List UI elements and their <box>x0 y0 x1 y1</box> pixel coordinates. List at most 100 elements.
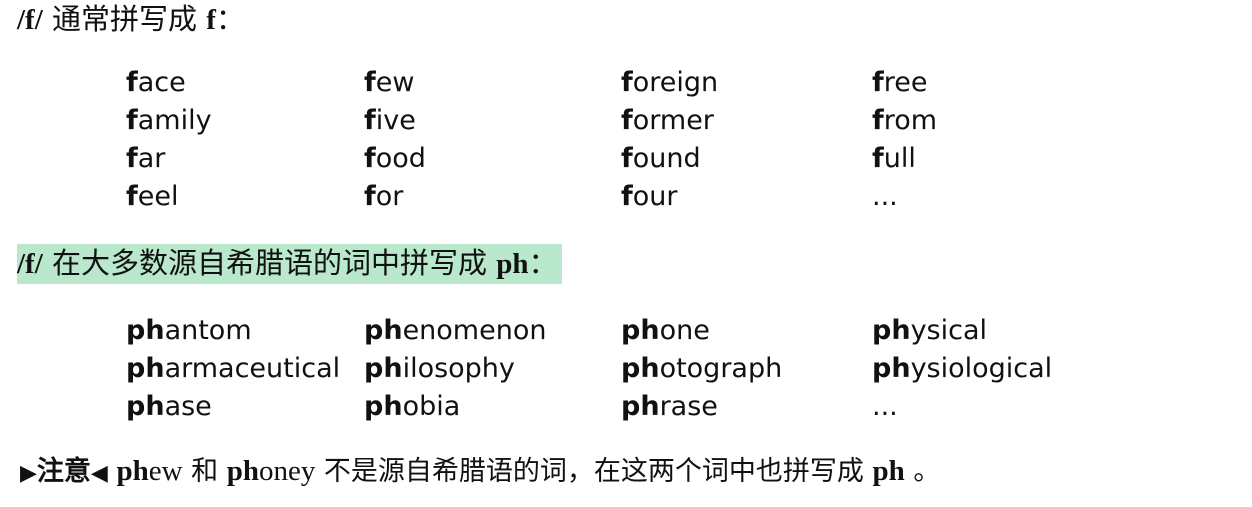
word-prefix: f <box>126 67 138 98</box>
word-prefix: f <box>621 143 633 174</box>
word-cell: phone <box>621 312 872 350</box>
word-prefix: f <box>126 143 138 174</box>
heading-colon: ： <box>215 2 245 36</box>
word-rest: otograph <box>659 353 783 384</box>
heading-ph-spelling: /f/ 在大多数源自希腊语的词中拼写成 ph： <box>17 244 562 284</box>
word-rest: ase <box>164 391 212 422</box>
phoneme-code: /f/ <box>17 248 43 280</box>
word-row: far food found full <box>126 140 1172 178</box>
word-rest: one <box>659 315 710 346</box>
note-text: 不是源自希腊语的词，在这两个词中也拼写成 <box>315 456 873 487</box>
word-row: feel for four... <box>126 178 1172 216</box>
word-cell: family <box>126 102 364 140</box>
word-cell: feel <box>126 178 364 216</box>
word-cell: ... <box>872 388 1172 426</box>
spelling-letters: ph <box>496 248 529 280</box>
word-prefix: ph <box>364 315 403 346</box>
word-prefix: ph <box>126 391 165 422</box>
word-cell: from <box>872 102 1172 140</box>
word-rest: ive <box>375 105 416 136</box>
word-cell: physiological <box>872 350 1172 388</box>
word-prefix: f <box>126 181 138 212</box>
word-table-f: face few foreign free family five former from fa… <box>126 64 1172 216</box>
word-cell: food <box>364 140 621 178</box>
word-prefix: ph <box>621 353 660 384</box>
note-word2-rest: oney <box>258 455 316 487</box>
word-cell: phantom <box>126 312 364 350</box>
word-cell: foreign <box>621 64 872 102</box>
word-cell: photograph <box>621 350 872 388</box>
word-cell: phobia <box>364 388 621 426</box>
word-row: family five former from <box>126 102 1172 140</box>
word-cell: phase <box>126 388 364 426</box>
word-rest: ood <box>375 143 426 174</box>
word-prefix: f <box>621 181 633 212</box>
word-rest: ar <box>137 143 166 174</box>
heading-colon: ： <box>528 246 558 280</box>
word-prefix: ph <box>364 353 403 384</box>
word-cell: philosophy <box>364 350 621 388</box>
word-rest: obia <box>402 391 461 422</box>
note-label: 注意 <box>36 456 91 487</box>
word-rest: ull <box>883 143 916 174</box>
word-prefix: ph <box>872 315 911 346</box>
word-row: phantom phenomenon phone physical <box>126 312 1172 350</box>
word-cell: face <box>126 64 364 102</box>
word-cell: full <box>872 140 1172 178</box>
word-cell: far <box>126 140 364 178</box>
word-cell: five <box>364 102 621 140</box>
heading-f-spelling: /f/ 通常拼写成 f： <box>17 1 245 38</box>
word-prefix: ph <box>126 315 165 346</box>
word-prefix: ph <box>872 353 911 384</box>
word-cell: phenomenon <box>364 312 621 350</box>
right-triangle-icon: ▶ <box>20 461 37 486</box>
note-word2-prefix: ph <box>226 455 259 487</box>
word-rest: antom <box>164 315 252 346</box>
word-rest: ysical <box>910 315 988 346</box>
word-cell: phrase <box>621 388 872 426</box>
word-rest: ace <box>137 67 186 98</box>
word-cell: ... <box>872 178 1172 216</box>
word-prefix: f <box>872 143 884 174</box>
note-end: 。 <box>904 456 941 487</box>
note-and: 和 <box>182 456 227 487</box>
word-prefix: f <box>364 143 376 174</box>
word-cell: found <box>621 140 872 178</box>
phoneme-code: /f/ <box>17 4 43 36</box>
note-line: ▶注意◀ phew 和 phoney 不是源自希腊语的词，在这两个词中也拼写成 … <box>20 452 940 493</box>
word-rest: ormer <box>632 105 714 136</box>
word-cell: few <box>364 64 621 102</box>
word-prefix: f <box>621 67 633 98</box>
word-cell: former <box>621 102 872 140</box>
word-rest: ilosophy <box>402 353 515 384</box>
word-rest: amily <box>137 105 212 136</box>
word-prefix: f <box>126 105 138 136</box>
word-cell: pharmaceutical <box>126 350 364 388</box>
word-prefix: f <box>872 105 884 136</box>
word-rest: rom <box>883 105 938 136</box>
word-cell: four <box>621 178 872 216</box>
word-rest: our <box>632 181 678 212</box>
word-prefix: f <box>621 105 633 136</box>
word-rest: armaceutical <box>164 353 341 384</box>
word-row: pharmaceutical philosophy photograph physio… <box>126 350 1172 388</box>
word-rest: enomenon <box>402 315 547 346</box>
left-triangle-icon: ◀ <box>90 461 108 486</box>
spelling-letters: f <box>206 4 216 36</box>
note-letters: ph <box>872 455 905 487</box>
word-rest: ound <box>632 143 701 174</box>
word-cell: physical <box>872 312 1172 350</box>
word-prefix: ph <box>621 391 660 422</box>
word-rest: or <box>375 181 404 212</box>
note-word1-rest: ew <box>148 455 183 487</box>
word-rest: ... <box>872 181 898 212</box>
word-rest: ... <box>872 391 898 422</box>
word-prefix: f <box>364 105 376 136</box>
word-prefix: ph <box>621 315 660 346</box>
word-prefix: ph <box>364 391 403 422</box>
word-row: phase phobia phrase... <box>126 388 1172 426</box>
word-prefix: f <box>364 67 376 98</box>
word-table-ph: phantom phenomenon phone physical pharmaceut… <box>126 312 1172 426</box>
word-cell: free <box>872 64 1172 102</box>
word-rest: oreign <box>632 67 719 98</box>
